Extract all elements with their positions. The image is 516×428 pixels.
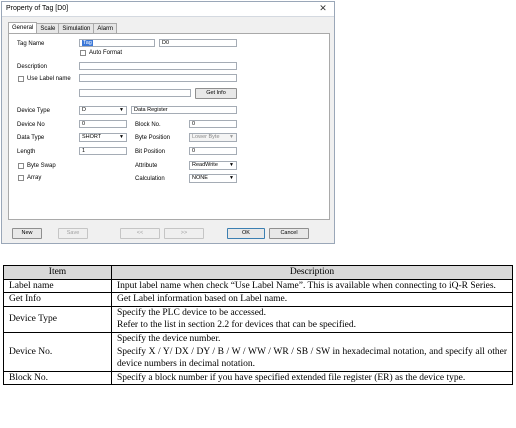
chevron-down-icon: ▼ bbox=[119, 134, 124, 140]
description-line: Refer to the list in section 2.2 for dev… bbox=[117, 320, 357, 331]
get-info-button[interactable]: Get Info bbox=[195, 88, 237, 99]
auto-format-label: Auto Format bbox=[89, 50, 123, 56]
row-item: Device No. bbox=[3, 331, 112, 372]
chevron-down-icon: ▼ bbox=[119, 107, 124, 113]
table-row: Get Info Get Label information based on … bbox=[3, 292, 513, 307]
device-no-label: Device No bbox=[17, 122, 45, 128]
description-line: Specify a block number if you have speci… bbox=[117, 372, 466, 383]
chevron-down-icon: ▼ bbox=[229, 175, 234, 181]
device-type-description: Data Register bbox=[131, 106, 237, 114]
device-type-select[interactable]: D ▼ bbox=[79, 106, 127, 115]
calculation-value: NONE bbox=[192, 175, 208, 181]
save-button[interactable]: Save bbox=[58, 228, 88, 239]
cancel-button[interactable]: Cancel bbox=[269, 228, 309, 239]
row-item: Get Info bbox=[3, 292, 112, 307]
byte-swap-label: Byte Swap bbox=[27, 163, 56, 169]
data-type-label: Data Type bbox=[17, 135, 45, 141]
array-label: Array bbox=[27, 175, 42, 181]
attribute-label: Attribute bbox=[135, 163, 158, 169]
row-item: Device Type bbox=[3, 305, 112, 333]
byte-position-value: Lower Byte bbox=[192, 134, 220, 140]
block-no-input[interactable]: 0 bbox=[189, 120, 237, 128]
description-label: Description bbox=[17, 64, 48, 70]
description-line: Get Label information based on Label nam… bbox=[117, 294, 288, 305]
row-description: Specify a block number if you have speci… bbox=[111, 370, 513, 386]
dialog-title: Property of Tag [D0] bbox=[6, 5, 69, 12]
row-description: Specify the device number. Specify X / Y/… bbox=[111, 331, 513, 372]
device-type-value: D bbox=[82, 107, 86, 113]
block-no-label: Block No. bbox=[135, 122, 161, 128]
attribute-select[interactable]: ReadWrite ▼ bbox=[189, 161, 237, 170]
row-item: Label name bbox=[3, 278, 112, 294]
chevron-down-icon: ▼ bbox=[229, 134, 234, 140]
description-table: Item Description Label name Input label … bbox=[3, 265, 513, 386]
general-panel: Tag Name Tag D0 Auto Format Description … bbox=[8, 33, 330, 220]
device-no-input[interactable]: 0 bbox=[79, 120, 127, 128]
description-line: Specify the device number. bbox=[117, 333, 221, 344]
tag-name-device-field[interactable]: D0 bbox=[159, 39, 237, 47]
length-label: Length bbox=[17, 149, 36, 155]
auto-format-checkbox[interactable] bbox=[80, 50, 86, 56]
tag-name-selected-text: Tag bbox=[82, 40, 93, 46]
table-row: Device Type Specify the PLC device to be… bbox=[3, 305, 513, 333]
use-label-name-checkbox[interactable] bbox=[18, 76, 24, 82]
new-button[interactable]: New bbox=[12, 228, 42, 239]
data-type-select[interactable]: SHORT ▼ bbox=[79, 133, 127, 142]
table-row: Label name Input label name when check “… bbox=[3, 278, 513, 294]
attribute-value: ReadWrite bbox=[192, 162, 218, 168]
ok-button[interactable]: OK bbox=[227, 228, 265, 239]
device-type-label: Device Type bbox=[17, 108, 50, 114]
row-description: Input label name when check “Use Label N… bbox=[111, 278, 513, 294]
tag-name-label: Tag Name bbox=[17, 41, 45, 47]
description-input[interactable] bbox=[79, 62, 237, 70]
row-item: Block No. bbox=[3, 370, 112, 386]
bit-position-input[interactable]: 0 bbox=[189, 147, 237, 155]
byte-position-label: Byte Position bbox=[135, 135, 171, 141]
row-description: Specify the PLC device to be accessed. Re… bbox=[111, 305, 513, 333]
table-row: Device No. Specify the device number. Spe… bbox=[3, 331, 513, 372]
byte-swap-checkbox[interactable] bbox=[18, 163, 24, 169]
item-column-header: Item bbox=[3, 265, 112, 280]
byte-position-select[interactable]: Lower Byte ▼ bbox=[189, 133, 237, 142]
calculation-select[interactable]: NONE ▼ bbox=[189, 174, 237, 183]
use-label-name-label: Use Label name bbox=[27, 76, 71, 82]
description-line: Specify X / Y/ DX / DY / B / W / WW / WR… bbox=[117, 346, 507, 370]
dialog-titlebar: Property of Tag [D0] ✕ bbox=[2, 2, 334, 17]
bit-position-label: Bit Position bbox=[135, 149, 166, 155]
table-header-row: Item Description bbox=[3, 265, 513, 280]
label-name-info-field bbox=[79, 89, 191, 97]
label-name-input[interactable] bbox=[79, 74, 237, 82]
property-dialog: Property of Tag [D0] ✕ General Scale Sim… bbox=[1, 1, 335, 244]
description-line: Specify the PLC device to be accessed. bbox=[117, 307, 267, 318]
length-input[interactable]: 1 bbox=[79, 147, 127, 155]
calculation-label: Calculation bbox=[135, 176, 165, 182]
close-icon[interactable]: ✕ bbox=[316, 3, 330, 14]
next-button[interactable]: >> bbox=[164, 228, 204, 239]
chevron-down-icon: ▼ bbox=[229, 162, 234, 168]
tag-name-input[interactable]: Tag bbox=[79, 39, 155, 47]
description-column-header: Description bbox=[111, 265, 513, 280]
table-row: Block No. Specify a block number if you … bbox=[3, 370, 513, 386]
data-type-value: SHORT bbox=[82, 134, 102, 140]
array-checkbox[interactable] bbox=[18, 175, 24, 181]
description-line: Input label name when check “Use Label N… bbox=[117, 280, 496, 291]
tab-strip: General Scale Simulation Alarm bbox=[8, 22, 118, 34]
row-description: Get Label information based on Label nam… bbox=[111, 292, 513, 307]
previous-button[interactable]: << bbox=[120, 228, 160, 239]
